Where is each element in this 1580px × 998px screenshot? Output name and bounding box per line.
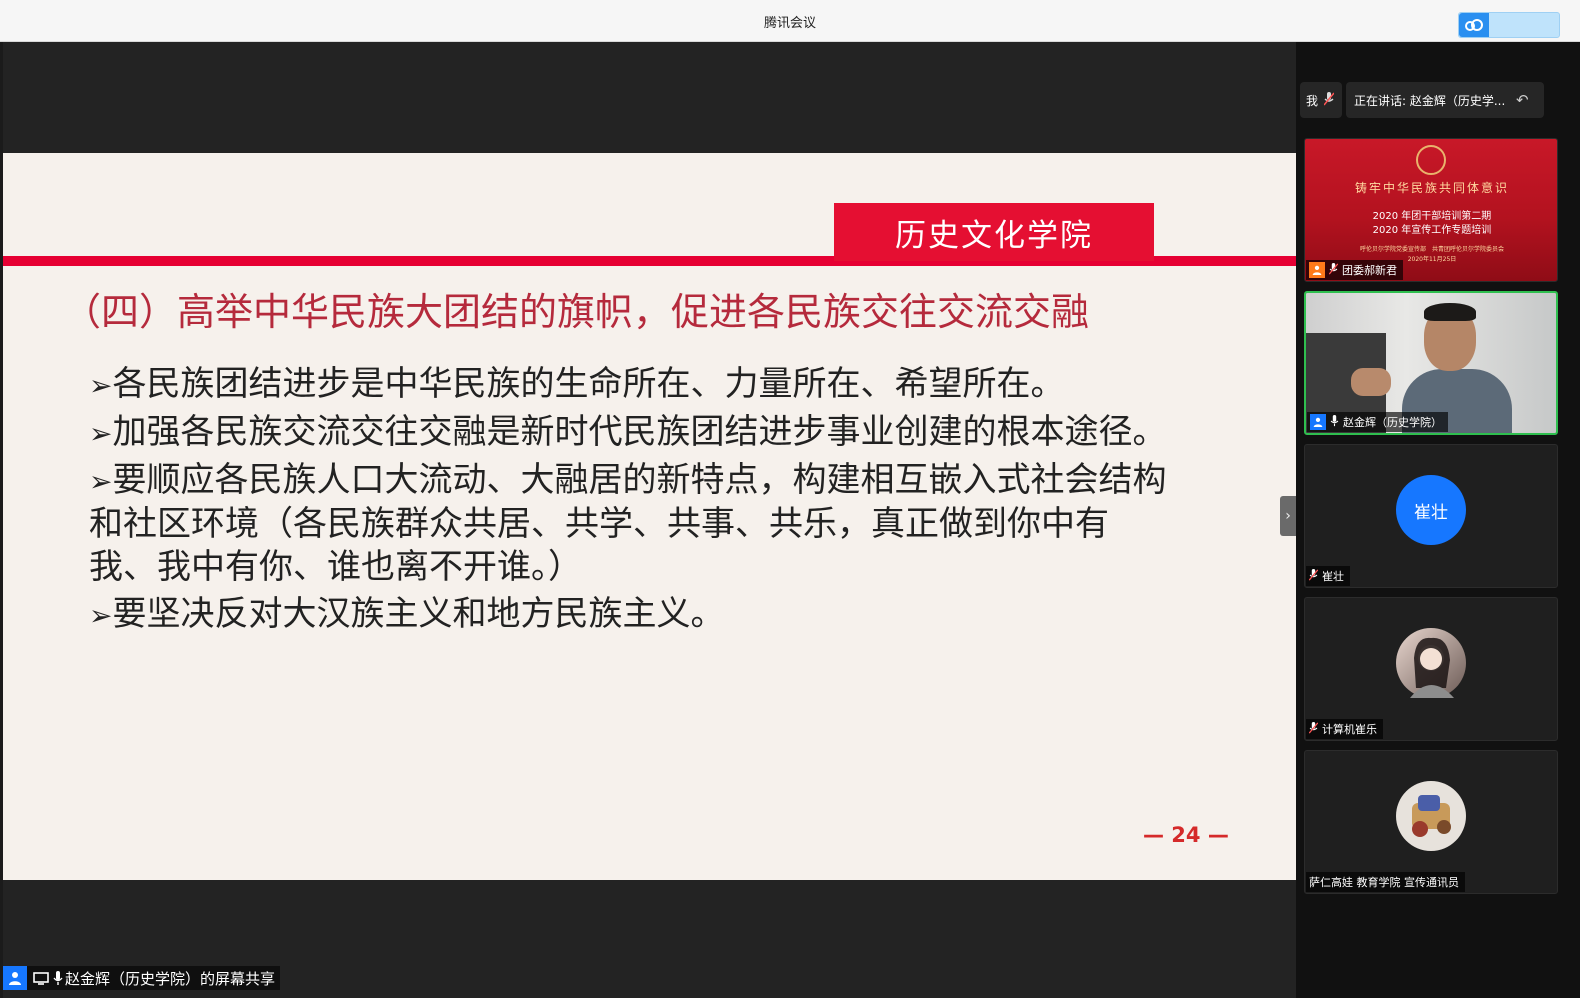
participant-tile[interactable]: 计算机崔乐 [1304,597,1558,741]
screen-share-label: 赵金辉（历史学院）的屏幕共享 [3,966,281,990]
mic-muted-icon [1308,721,1319,737]
emblem-icon [1416,145,1446,175]
poster-line: 2020 年团干部培训第二期 [1372,211,1492,222]
participant-tile[interactable]: 萨仁高娃 教育学院 宣传通讯员 [1304,750,1558,894]
bullet-item: ➢要坚决反对大汉族主义和地方民族主义。 [89,593,1169,637]
mic-icon [1330,414,1339,430]
bullet-item: ➢要顺应各民族人口大流动、大融居的新特点，构建相互嵌入式社会结构和社区环境（各民… [89,459,1169,589]
presentation-slide: 历史文化学院 （四）高举中华民族大团结的旗帜，促进各民族交往交流交融 ➢各民族团… [3,153,1296,880]
participant-tile[interactable]: 崔壮 崔壮 [1304,444,1558,588]
video-person-hair [1424,303,1476,321]
bullet-arrow-icon: ➢ [89,465,113,498]
avatar [1396,628,1466,698]
bullet-text: 要顺应各民族人口大流动、大融居的新特点，构建相互嵌入式社会结构和社区环境（各民族… [89,460,1167,587]
mic-icon [51,966,65,990]
user-icon [1310,414,1326,430]
reply-icon[interactable]: ↶ [1516,91,1529,109]
title-bar: 腾讯会议 [0,0,1580,42]
user-icon [3,966,27,990]
participant-name: 崔壮 [1322,570,1344,583]
mic-muted-icon [1328,262,1339,278]
self-label: 我 [1306,93,1319,108]
chevron-right-icon[interactable]: › [1280,496,1296,536]
participant-nameplate: 赵金辉（历史学院） [1307,412,1448,432]
active-speaker-indicator: 正在讲话: 赵金辉（历史学... ↶ [1346,82,1544,118]
avatar: 崔壮 [1396,475,1466,545]
bullet-text: 要坚决反对大汉族主义和地方民族主义。 [112,594,725,634]
screen-share-icon [31,966,51,990]
participant-name: 团委郝新君 [1342,264,1397,277]
bullet-arrow-icon: ➢ [89,369,113,402]
participant-name: 计算机崔乐 [1322,723,1377,736]
avatar [1396,781,1466,851]
slide-page-number: — 24 — [1143,823,1229,847]
shared-screen-area: 历史文化学院 （四）高举中华民族大团结的旗帜，促进各民族交往交流交融 ➢各民族团… [3,42,1296,998]
bullet-arrow-icon: ➢ [89,599,113,632]
slide-heading: （四）高举中华民族大团结的旗帜，促进各民族交往交流交融 [63,290,1090,334]
participant-tile-active[interactable]: 赵金辉（历史学院） [1304,291,1558,435]
bullet-item: ➢各民族团结进步是中华民族的生命所在、力量所在、希望所在。 [89,363,1169,407]
participant-name: 萨仁高娃 教育学院 宣传通讯员 [1309,876,1459,889]
poster-line: 2020 年宣传工作专题培训 [1372,225,1492,236]
participant-nameplate: 团委郝新君 [1306,260,1403,280]
self-indicator[interactable]: 我 [1300,82,1342,118]
school-tag: 历史文化学院 [834,203,1154,261]
participant-nameplate: 计算机崔乐 [1306,719,1383,739]
bullet-text: 加强各民族交流交往交融是新时代民族团结进步事业创建的根本途径。 [112,412,1167,452]
poster-title: 铸牢中华民族共同体意识 [1354,181,1509,195]
bullet-text: 各民族团结进步是中华民族的生命所在、力量所在、希望所在。 [112,364,1065,404]
window-title: 腾讯会议 [763,16,816,31]
user-icon [1309,262,1325,278]
screen-share-text: 赵金辉（历史学院）的屏幕共享 [65,969,276,988]
mic-muted-icon [1323,91,1335,109]
mic-muted-icon [1308,568,1319,584]
cloud-record-button[interactable] [1458,12,1560,38]
participant-nameplate: 崔壮 [1306,566,1350,586]
participant-nameplate: 萨仁高娃 教育学院 宣传通讯员 [1306,872,1465,892]
active-speaker-text: 正在讲话: 赵金辉（历史学... [1354,93,1506,108]
poster-organizer: 呼伦贝尔学院党委宣传部 共青团呼伦贝尔学院委员会 [1359,246,1504,253]
participant-tile[interactable]: 铸牢中华民族共同体意识 2020 年团干部培训第二期 2020 年宣传工作专题培… [1304,138,1558,282]
participant-name: 赵金辉（历史学院） [1343,416,1442,429]
slide-bullets: ➢各民族团结进步是中华民族的生命所在、力量所在、希望所在。 ➢加强各民族交流交往… [89,363,1169,641]
video-person-hand [1351,368,1391,396]
participant-panel: 我 正在讲话: 赵金辉（历史学... ↶ 铸牢中华民族共同体意识 2020 年团… [1296,42,1580,998]
bullet-arrow-icon: ➢ [89,417,113,450]
cloud-icon [1459,13,1489,37]
bullet-item: ➢加强各民族交流交往交融是新时代民族团结进步事业创建的根本途径。 [89,411,1169,455]
